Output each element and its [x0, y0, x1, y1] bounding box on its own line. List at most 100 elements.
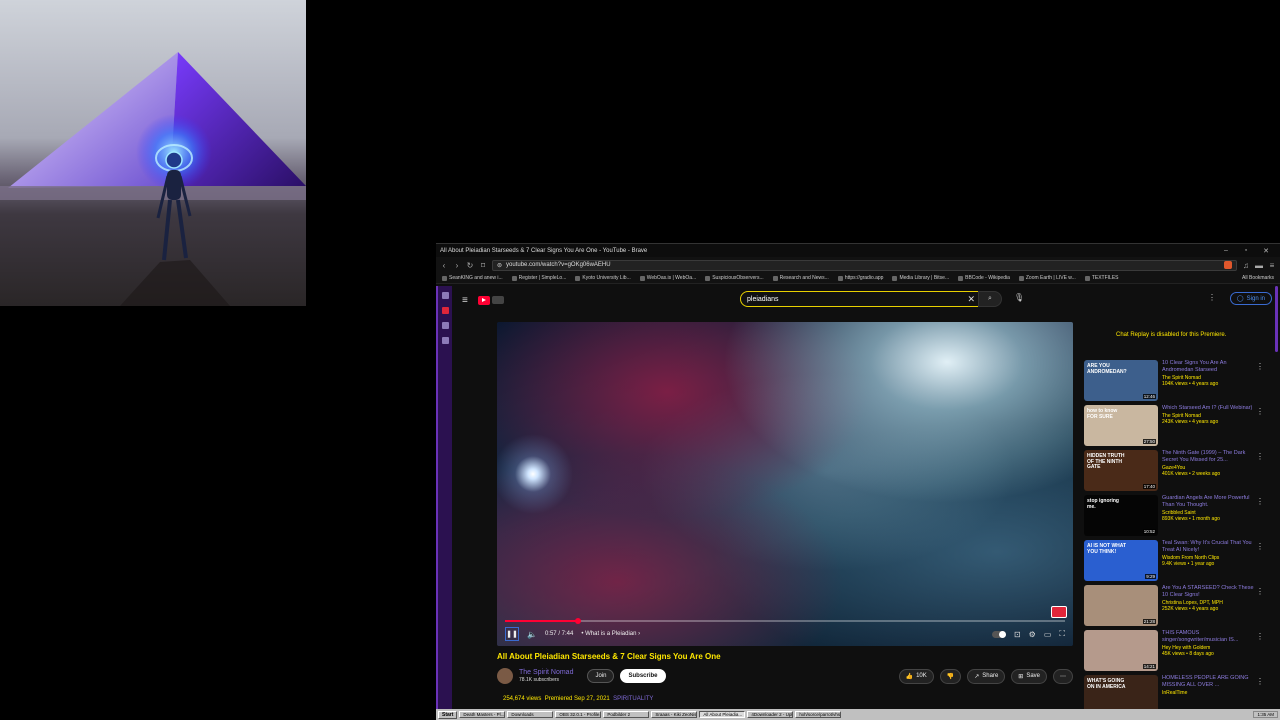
wallet-icon[interactable]: ▬	[1255, 261, 1263, 270]
video-thumbnail[interactable]: ARE YOU ANDROMEDAN? 12:46	[1084, 360, 1158, 401]
progress-scrubber[interactable]	[574, 618, 581, 624]
recommendation-channel[interactable]: InRealTime	[1162, 690, 1254, 697]
forward-icon[interactable]: ›	[453, 261, 461, 270]
sidebar-panel-icon[interactable]	[441, 292, 449, 299]
brave-shield-icon[interactable]	[1224, 261, 1232, 269]
pause-button[interactable]: ❚❚	[505, 627, 519, 641]
bookmark-item[interactable]: Research and News...	[772, 275, 829, 281]
page-scrollbar[interactable]	[1275, 286, 1278, 352]
bookmark-item[interactable]: SuspiciousObservers...	[705, 275, 764, 281]
save-button[interactable]: ⊞ Save	[1011, 668, 1047, 684]
search-button[interactable]: ⌕	[978, 291, 1002, 307]
bookmark-item[interactable]: Kyoto University Lib...	[575, 275, 631, 281]
menu-icon[interactable]: ≡	[1268, 261, 1276, 270]
recommendation-item[interactable]: AI IS NOT WHAT YOU THINK! 9:29 Teal Swan: …	[1084, 540, 1264, 585]
taskbar-task[interactable]: All About Pleiadia...	[699, 711, 746, 718]
recommendation-more-icon[interactable]: ⋮	[1256, 407, 1264, 416]
recommendation-title[interactable]: The Ninth Gate (1999) – The Dark Secret …	[1162, 450, 1254, 464]
channel-avatar[interactable]	[497, 668, 513, 684]
autoplay-toggle[interactable]	[991, 630, 1006, 638]
recommendation-item[interactable]: stop ignoring me. 10:52 Guardian Angels Ar…	[1084, 495, 1264, 540]
maximize-button[interactable]: ▫	[1236, 247, 1256, 254]
bookmark-item[interactable]: BBCode - Wikipedia	[958, 275, 1010, 281]
bookmark-item[interactable]: WebOas.is | WebOa...	[639, 275, 696, 281]
video-thumbnail[interactable]: AI IS NOT WHAT YOU THINK! 9:29	[1084, 540, 1158, 581]
recommendation-more-icon[interactable]: ⋮	[1256, 452, 1264, 461]
site-info-icon[interactable]: ⊜	[497, 262, 502, 269]
bookmark-item[interactable]: Register | SimpleLo...	[511, 275, 566, 281]
more-actions-button[interactable]: ⋯	[1053, 668, 1073, 684]
recommendation-title[interactable]: Which Starseed Am I? (Full Webinar)	[1162, 405, 1254, 412]
taskbar-task[interactable]: Podbilder 2	[603, 711, 650, 718]
sidebar-youtube-icon[interactable]	[441, 307, 449, 314]
channel-watermark-icon[interactable]	[1051, 606, 1067, 618]
sidebar-app-icon[interactable]	[441, 322, 449, 329]
bookmark-item[interactable]: https://gradio.app	[837, 275, 883, 281]
theater-mode-icon[interactable]: ▭	[1044, 630, 1052, 639]
recommendation-more-icon[interactable]: ⋮	[1256, 677, 1264, 686]
recommendation-more-icon[interactable]: ⋮	[1256, 587, 1264, 596]
video-thumbnail[interactable]: HIDDEN TRUTH OF THE NINTH GATE 17:40	[1084, 450, 1158, 491]
video-player[interactable]: ❚❚ 🔈 0:57 / 7:44 • What is a Pleiadian ›…	[497, 322, 1073, 646]
back-icon[interactable]: ‹	[440, 261, 448, 270]
chapter-button[interactable]: • What is a Pleiadian ›	[581, 631, 640, 637]
like-button[interactable]: 👍 10K	[898, 668, 934, 684]
taskbar-task[interactable]: OBS 32.0.1 - Profile...	[555, 711, 602, 718]
subtitles-icon[interactable]: ⊡	[1014, 630, 1021, 639]
search-input[interactable]: pleiadians ✕	[740, 291, 990, 307]
category-tag[interactable]: SPIRITUALITY	[613, 696, 653, 702]
sidebar-add-icon[interactable]	[441, 337, 449, 344]
bookmark-item[interactable]: Media Library | Bitse...	[892, 275, 949, 281]
taskbar-task[interactable]: hxh/sorce/parrot/vhs...	[795, 711, 842, 718]
video-thumbnail[interactable]: how to know FOR SURE 27:50	[1084, 405, 1158, 446]
taskbar-task[interactable]: 4Downloader 2 - Upl...	[747, 711, 794, 718]
reload-icon[interactable]: ↻	[466, 261, 474, 270]
recommendation-title[interactable]: Are You A STARSEED? Check These 10 Clear…	[1162, 585, 1254, 599]
video-thumbnail[interactable]: 14:21	[1084, 630, 1158, 671]
hamburger-menu-icon[interactable]: ≡	[462, 295, 468, 306]
bookmark-item[interactable]: Zoom Earth | LIVE w...	[1018, 275, 1076, 281]
clear-search-icon[interactable]: ✕	[967, 294, 975, 305]
address-bar[interactable]: ⊜ youtube.com/watch?v=gOKg06wAEHU	[492, 259, 1237, 271]
start-button[interactable]: Start	[438, 710, 458, 719]
dislike-button[interactable]: 👎	[939, 668, 962, 684]
share-button[interactable]: ↗ Share	[967, 668, 1006, 684]
recommendation-more-icon[interactable]: ⋮	[1256, 362, 1264, 371]
recommendation-item[interactable]: 14:21 THIS FAMOUS singer/songwriter/music…	[1084, 630, 1264, 675]
all-bookmarks-button[interactable]: All Bookmarks	[1242, 275, 1274, 281]
join-button[interactable]: Join	[587, 669, 615, 683]
recommendation-item[interactable]: 21:28 Are You A STARSEED? Check These 10 …	[1084, 585, 1264, 630]
recommendation-item[interactable]: ARE YOU ANDROMEDAN? 12:46 10 Clear Signs Y…	[1084, 360, 1264, 405]
subscribe-button[interactable]: Subscribe	[620, 669, 666, 683]
recommendation-more-icon[interactable]: ⋮	[1256, 542, 1264, 551]
settings-gear-icon[interactable]: ⚙	[1029, 630, 1036, 639]
media-icon[interactable]: ♫	[1242, 261, 1250, 270]
sign-in-button[interactable]: ◯ Sign in	[1229, 292, 1272, 305]
recommendation-title[interactable]: Guardian Angels Are More Powerful Than Y…	[1162, 495, 1254, 509]
video-thumbnail[interactable]: stop ignoring me. 10:52	[1084, 495, 1158, 536]
fullscreen-icon[interactable]: ⛶	[1059, 629, 1065, 639]
channel-name[interactable]: The Spirit Nomad	[519, 669, 573, 676]
recommendation-more-icon[interactable]: ⋮	[1256, 632, 1264, 641]
recommendation-item[interactable]: HIDDEN TRUTH OF THE NINTH GATE 17:40 The N…	[1084, 450, 1264, 495]
bookmark-item[interactable]: SeanKING and anew i...	[442, 275, 503, 281]
progress-bar[interactable]	[505, 618, 1065, 624]
more-options-icon[interactable]: ⋮	[1208, 293, 1216, 302]
taskbar-task[interactable]: Death Masters - Pl...	[459, 711, 506, 718]
close-window-button[interactable]: ✕	[1256, 247, 1276, 255]
recommendation-title[interactable]: 10 Clear Signs You Are An Andromedan Sta…	[1162, 360, 1254, 374]
volume-icon[interactable]: 🔈	[527, 630, 537, 639]
microphone-icon[interactable]: 🎙	[1014, 293, 1024, 302]
bookmark-item[interactable]: TEXTFILES	[1084, 275, 1119, 281]
recommendation-more-icon[interactable]: ⋮	[1256, 497, 1264, 506]
taskbar-task[interactable]: Sraaas - Kiki ZeoNis...	[651, 711, 698, 718]
recommendation-item[interactable]: how to know FOR SURE 27:50 Which Starseed …	[1084, 405, 1264, 450]
bookmark-icon[interactable]: ⌑	[479, 261, 487, 270]
recommendation-title[interactable]: HOMELESS PEOPLE ARE GOING MISSING ALL OV…	[1162, 675, 1254, 689]
taskbar-task[interactable]: Downloads	[507, 711, 554, 718]
video-thumbnail[interactable]: 21:28	[1084, 585, 1158, 626]
youtube-logo-icon[interactable]	[477, 295, 490, 305]
recommendation-title[interactable]: THIS FAMOUS singer/songwriter/musician I…	[1162, 630, 1254, 644]
recommendation-title[interactable]: Teal Swan: Why It's Crucial That You Tre…	[1162, 540, 1254, 554]
minimize-button[interactable]: –	[1216, 247, 1236, 254]
